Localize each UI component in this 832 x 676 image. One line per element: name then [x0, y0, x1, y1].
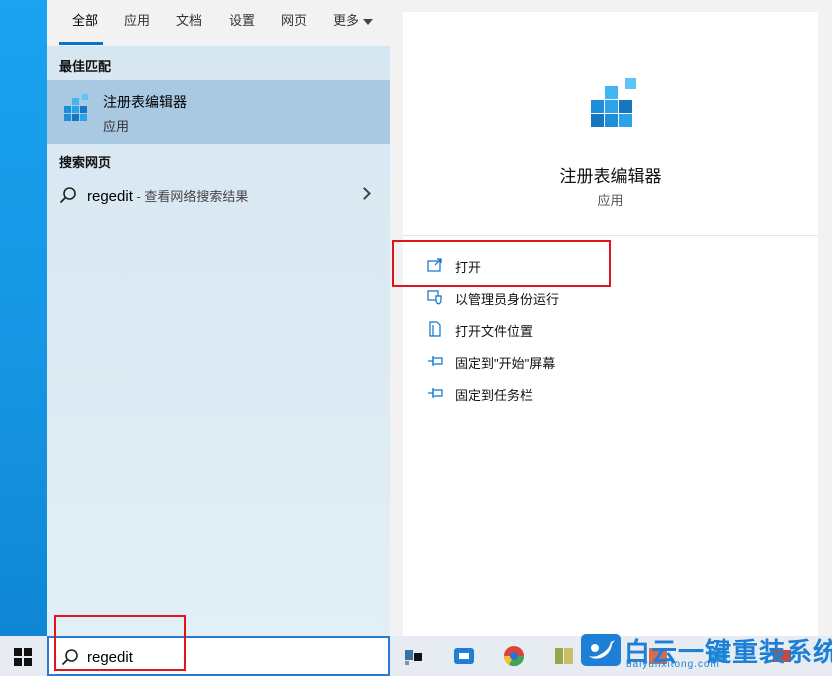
best-match-item[interactable]: 注册表编辑器 应用	[47, 80, 390, 144]
search-panel: 全部 应用 文档 设置 网页 更多 反馈 ··· 最佳匹配 注册表编辑器 应用	[47, 0, 832, 636]
chevron-down-icon	[363, 18, 374, 25]
start-button[interactable]	[0, 636, 47, 676]
web-search-description: - 查看网络搜索结果	[132, 189, 249, 204]
shield-icon	[427, 290, 442, 305]
action-pin-to-taskbar-label: 固定到任务栏	[455, 388, 534, 403]
action-open-file-location-label: 打开文件位置	[455, 324, 534, 339]
file-location-icon	[429, 321, 441, 337]
chevron-right-icon[interactable]	[358, 187, 371, 200]
search-icon	[59, 187, 76, 204]
active-tab-indicator	[59, 42, 103, 45]
tab-more-label: 更多	[333, 13, 360, 28]
action-run-as-admin-label: 以管理员身份运行	[455, 292, 560, 307]
tab-web[interactable]: 网页	[281, 12, 307, 32]
action-pin-to-start-label: 固定到"开始"屏幕	[455, 356, 556, 371]
web-search-query: regedit	[87, 188, 133, 205]
highlight-box-open	[392, 240, 611, 287]
tab-documents[interactable]: 文档	[176, 12, 202, 32]
registry-editor-large-icon	[591, 78, 636, 127]
best-match-heading: 最佳匹配	[59, 59, 112, 74]
action-pin-to-taskbar[interactable]: 固定到任务栏	[427, 383, 727, 405]
watermark-bird-icon	[581, 634, 621, 666]
pin-icon	[428, 388, 443, 398]
windows-logo-icon	[14, 648, 32, 666]
detail-pane: 注册表编辑器 应用 打开 以管理员身份运行 打开文件位置 固定到"开始"屏幕 固…	[403, 12, 818, 636]
best-match-title: 注册表编辑器	[103, 94, 187, 110]
highlight-box-search	[54, 615, 186, 671]
detail-title: 注册表编辑器	[559, 167, 662, 186]
action-run-as-admin[interactable]: 以管理员身份运行	[427, 287, 727, 309]
web-search-result[interactable]: regedit - 查看网络搜索结果	[47, 180, 390, 210]
action-open-file-location[interactable]: 打开文件位置	[427, 319, 727, 341]
best-match-type: 应用	[103, 119, 130, 134]
web-search-text: regedit - 查看网络搜索结果	[87, 186, 248, 205]
tab-more[interactable]: 更多	[333, 12, 374, 32]
action-pin-to-start[interactable]: 固定到"开始"屏幕	[427, 351, 727, 373]
registry-editor-icon	[64, 94, 88, 121]
edge-browser-icon[interactable]	[452, 644, 476, 668]
tab-settings[interactable]: 设置	[229, 12, 255, 32]
detail-divider	[403, 235, 818, 236]
task-view-icon[interactable]	[402, 644, 426, 668]
results-list: 最佳匹配 注册表编辑器 应用 搜索网页 regedit - 查看网络搜索结果	[47, 46, 390, 636]
detail-type: 应用	[597, 193, 624, 208]
chrome-browser-icon[interactable]	[502, 644, 526, 668]
tab-all[interactable]: 全部	[72, 12, 98, 32]
tab-apps[interactable]: 应用	[124, 12, 150, 32]
watermark-url: baiyunxitong.com	[626, 659, 720, 670]
taskbar-app-icon[interactable]	[552, 644, 576, 668]
desktop-background	[0, 0, 47, 636]
web-search-heading: 搜索网页	[59, 155, 112, 170]
pin-icon	[428, 356, 443, 366]
